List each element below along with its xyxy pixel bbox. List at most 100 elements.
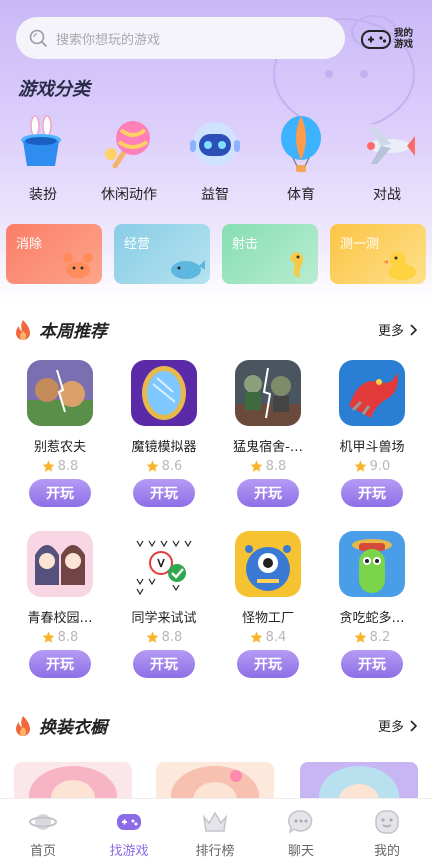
game-card[interactable]: 同学来试试 8.8 开玩 — [112, 531, 216, 678]
tile-shooting[interactable]: 射击 — [222, 224, 318, 284]
fire-icon — [16, 320, 30, 340]
game-card[interactable]: 机甲斗兽场 9.0 开玩 — [320, 360, 424, 507]
search-input[interactable]: 搜索你想玩的游戏 — [56, 29, 160, 48]
candy-icon — [105, 121, 150, 169]
tab-label: 首页 — [29, 844, 56, 859]
game-card[interactable]: 怪物工厂 8.4 开玩 — [216, 531, 320, 678]
game-card[interactable]: 青春校园… 8.8 开玩 — [8, 531, 112, 678]
category-item-dressup[interactable]: 装扮 — [0, 114, 86, 204]
hot-air-balloon-icon — [281, 116, 321, 172]
rating-value: 8.8 — [161, 630, 183, 645]
play-button[interactable]: 开玩 — [29, 479, 91, 507]
play-button[interactable]: 开玩 — [237, 650, 299, 678]
gamepad-icon — [361, 30, 391, 49]
play-button[interactable]: 开玩 — [133, 479, 195, 507]
tile-quiz[interactable]: 测一测 — [330, 224, 426, 284]
star-icon — [42, 460, 55, 472]
play-button[interactable]: 开玩 — [341, 650, 403, 678]
tile-eliminate[interactable]: 消除 — [6, 224, 102, 284]
game-rating: 8.8 — [8, 630, 112, 645]
rating-value: 8.2 — [369, 630, 391, 645]
game-card[interactable]: 别惹农夫 8.8 开玩 — [8, 360, 112, 507]
category-label: 对战 — [373, 187, 401, 203]
star-icon — [146, 460, 159, 472]
game-rating: 8.4 — [216, 630, 320, 645]
weekly-more-link[interactable]: 更多 — [378, 320, 418, 339]
my-games-label: 我的游戏 — [394, 28, 414, 50]
theme-tiles: 消除 经营 射击 测一测 — [0, 224, 432, 284]
rating-value: 8.8 — [57, 630, 79, 645]
game-card[interactable]: 贪吃蛇多… 8.2 开玩 — [320, 531, 424, 678]
game-card[interactable]: 猛鬼宿舍-… 8.8 开玩 — [216, 360, 320, 507]
play-button[interactable]: 开玩 — [237, 479, 299, 507]
rating-value: 9.0 — [369, 459, 391, 474]
game-name: 怪物工厂 — [241, 611, 294, 626]
tile-label: 测一测 — [340, 237, 380, 252]
game-name: 贪吃蛇多… — [339, 611, 405, 626]
tile-management[interactable]: 经营 — [114, 224, 210, 284]
category-item-sports[interactable]: 体育 — [258, 114, 344, 204]
game-rating: 8.8 — [216, 459, 320, 474]
crab-icon — [63, 253, 93, 278]
game-icon-classmate-test — [131, 531, 197, 597]
wardrobe-thumbnail — [300, 762, 418, 802]
game-icon-mecha-arena — [339, 360, 405, 426]
game-rating: 8.8 — [8, 459, 112, 474]
wardrobe-list — [0, 762, 432, 802]
search-bar[interactable]: 搜索你想玩的游戏 — [16, 17, 345, 59]
wardrobe-section-header: 换装衣橱 更多 — [14, 713, 418, 738]
star-icon — [250, 460, 263, 472]
game-name: 别惹农夫 — [33, 440, 86, 455]
chevron-right-icon — [410, 323, 418, 336]
category-item-battle[interactable]: 对战 — [344, 114, 430, 204]
game-rating: 8.2 — [320, 630, 424, 645]
duck-icon — [383, 252, 416, 280]
planet-icon — [29, 814, 57, 830]
category-label: 益智 — [201, 187, 229, 203]
game-card[interactable]: 魔镜模拟器 8.6 开玩 — [112, 360, 216, 507]
wardrobe-thumbnail — [29, 766, 117, 802]
tab-ranking[interactable]: 排行榜 — [172, 799, 258, 867]
tab-label: 聊天 — [287, 844, 314, 859]
game-name: 青春校园… — [27, 611, 93, 626]
tab-find-games[interactable]: 找游戏 — [86, 799, 172, 867]
rating-value: 8.4 — [265, 630, 287, 645]
game-rating: 8.8 — [112, 630, 216, 645]
tab-chat[interactable]: 聊天 — [258, 799, 344, 867]
robot-icon — [190, 122, 240, 166]
tab-label: 找游戏 — [109, 844, 149, 859]
tab-profile[interactable]: 我的 — [344, 799, 430, 867]
my-games-button[interactable]: 我的游戏 — [360, 24, 420, 54]
game-icon-snake — [339, 531, 405, 597]
play-button[interactable]: 开玩 — [341, 479, 403, 507]
game-name: 猛鬼宿舍-… — [233, 440, 303, 455]
more-label: 更多 — [377, 720, 404, 735]
category-label: 休闲动作 — [101, 187, 157, 203]
fire-icon — [16, 716, 30, 736]
game-icon-ghost-dorm — [235, 360, 301, 426]
tab-home[interactable]: 首页 — [0, 799, 86, 867]
star-icon — [250, 631, 263, 643]
rating-value: 8.8 — [265, 459, 287, 474]
game-icon-campus — [27, 531, 93, 597]
star-icon — [146, 631, 159, 643]
play-button[interactable]: 开玩 — [133, 650, 195, 678]
chevron-right-icon — [410, 719, 418, 732]
category-item-casual-action[interactable]: 休闲动作 — [86, 114, 172, 204]
wardrobe-thumbnail — [171, 766, 259, 802]
weekly-section-header: 本周推荐 更多 — [14, 317, 418, 342]
category-item-puzzle[interactable]: 益智 — [172, 114, 258, 204]
category-section-title: 游戏分类 — [18, 79, 90, 100]
wardrobe-card[interactable] — [156, 762, 274, 802]
tile-label: 消除 — [16, 237, 43, 252]
wardrobe-more-link[interactable]: 更多 — [378, 716, 418, 735]
star-icon — [42, 631, 55, 643]
wardrobe-card[interactable] — [300, 762, 418, 802]
game-name: 魔镜模拟器 — [131, 440, 197, 455]
whale-icon — [171, 260, 205, 279]
star-icon — [354, 631, 367, 643]
tile-label: 经营 — [124, 237, 151, 252]
wardrobe-card[interactable] — [14, 762, 132, 802]
crown-icon — [202, 811, 228, 832]
play-button[interactable]: 开玩 — [29, 650, 91, 678]
